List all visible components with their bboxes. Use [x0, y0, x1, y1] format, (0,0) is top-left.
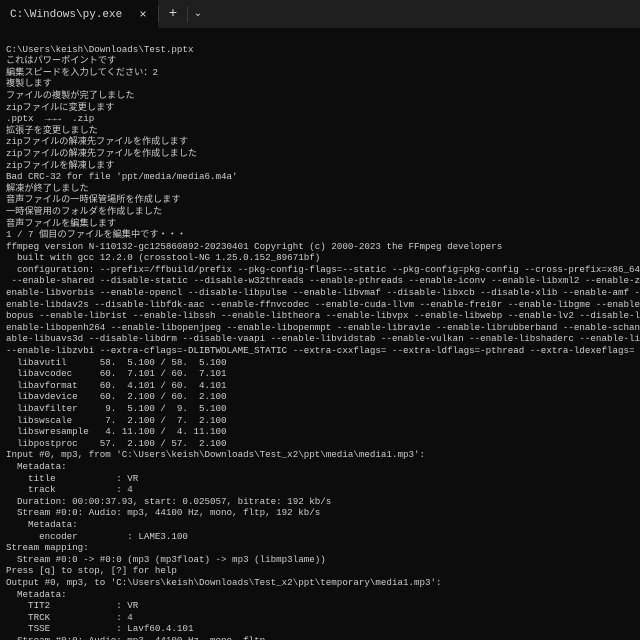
output-line: Stream #0:0 -> #0:0 (mp3 (mp3float) -> m…	[6, 554, 326, 565]
output-line: bopus --enable-librist --enable-libssh -…	[6, 310, 640, 321]
output-line: 一時保管用のフォルダを作成しました	[6, 206, 162, 217]
output-line: Bad CRC-32 for file 'ppt/media/media6.m4…	[6, 171, 238, 182]
terminal-output[interactable]: C:\Users\keish\Downloads\Test.pptx これはパワ…	[0, 28, 640, 640]
chevron-down-icon: ⌄	[194, 8, 202, 20]
output-line: ファイルの複製が完了しました	[6, 90, 135, 101]
output-line: libavfilter 9. 5.100 / 9. 5.100	[6, 403, 227, 414]
output-line: TIT2 : VR	[6, 600, 138, 611]
output-line: enable-libopenh264 --enable-libopenjpeg …	[6, 322, 640, 333]
output-line: libavutil 58. 5.100 / 58. 5.100	[6, 357, 227, 368]
output-line: libavformat 60. 4.101 / 60. 4.101	[6, 380, 227, 391]
output-line: libswresample 4. 11.100 / 4. 11.100	[6, 426, 227, 437]
output-line: --enable-shared --disable-static --disab…	[6, 275, 640, 286]
output-line: configuration: --prefix=/ffbuild/prefix …	[6, 264, 640, 275]
output-line: Input #0, mp3, from 'C:\Users\keish\Down…	[6, 449, 425, 460]
output-line: zipファイルに変更します	[6, 102, 114, 113]
tab-active[interactable]: C:\Windows\py.exe ×	[0, 0, 158, 28]
output-line: zipファイルを解凍します	[6, 160, 114, 171]
output-line: Metadata:	[6, 519, 78, 530]
output-line: 音声ファイルを編集します	[6, 218, 116, 229]
close-icon[interactable]: ×	[136, 8, 150, 22]
output-line: これはパワーポイントです	[6, 55, 116, 66]
output-line: Metadata:	[6, 461, 67, 472]
tab-title: C:\Windows\py.exe	[10, 9, 128, 21]
output-line: Press [q] to stop, [?] for help	[6, 565, 177, 576]
output-line: Duration: 00:00:37.93, start: 0.025057, …	[6, 496, 331, 507]
output-line: enable-libvorbis --enable-opencl --disab…	[6, 287, 640, 298]
output-line: track : 4	[6, 484, 133, 495]
output-line: zipファイルの解凍先ファイルを作成しました	[6, 148, 197, 159]
output-line: libswscale 7. 2.100 / 7. 2.100	[6, 415, 227, 426]
output-line: .pptx →→→ .zip	[6, 113, 94, 124]
output-line: TRCK : 4	[6, 612, 133, 623]
output-line: Stream #0:0: Audio: mp3, 44100 Hz, mono,…	[6, 635, 265, 640]
plus-icon: +	[169, 6, 177, 22]
output-line: able-libuavs3d --disable-libdrm --disabl…	[6, 333, 640, 344]
output-line: libpostproc 57. 2.100 / 57. 2.100	[6, 438, 227, 449]
output-line: Stream mapping:	[6, 542, 89, 553]
output-line: Metadata:	[6, 589, 67, 600]
output-line: encoder : LAME3.100	[6, 531, 188, 542]
output-line: built with gcc 12.2.0 (crosstool-NG 1.25…	[6, 252, 320, 263]
output-line: 編集スピードを入力してください：2	[6, 67, 158, 78]
output-line: --enable-libzvbi --extra-cflags=-DLIBTWO…	[6, 345, 640, 356]
output-line: 解凍が終了しました	[6, 183, 89, 194]
output-line: Output #0, mp3, to 'C:\Users\keish\Downl…	[6, 577, 442, 588]
tab-dropdown-button[interactable]: ⌄	[188, 0, 208, 28]
window-titlebar: C:\Windows\py.exe × + ⌄	[0, 0, 640, 28]
output-line: 拡張子を変更しました	[6, 125, 98, 136]
output-line: 1 / 7 個目のファイルを編集中です・・・	[6, 229, 186, 240]
output-line: zipファイルの解凍先ファイルを作成します	[6, 136, 188, 147]
output-line: ffmpeg version N-110132-gc125860892-2023…	[6, 241, 502, 252]
output-line: Stream #0:0: Audio: mp3, 44100 Hz, mono,…	[6, 507, 320, 518]
new-tab-button[interactable]: +	[159, 0, 187, 28]
output-line: libavcodec 60. 7.101 / 60. 7.101	[6, 368, 227, 379]
output-line: title : VR	[6, 473, 138, 484]
output-line: C:\Users\keish\Downloads\Test.pptx	[6, 44, 193, 55]
output-line: 音声ファイルの一時保管場所を作成します	[6, 194, 181, 205]
output-line: libavdevice 60. 2.100 / 60. 2.100	[6, 391, 227, 402]
output-line: TSSE : Lavf60.4.101	[6, 623, 193, 634]
output-line: 複製します	[6, 78, 52, 89]
output-line: enable-libdav2s --disable-libfdk-aac --e…	[6, 299, 640, 310]
